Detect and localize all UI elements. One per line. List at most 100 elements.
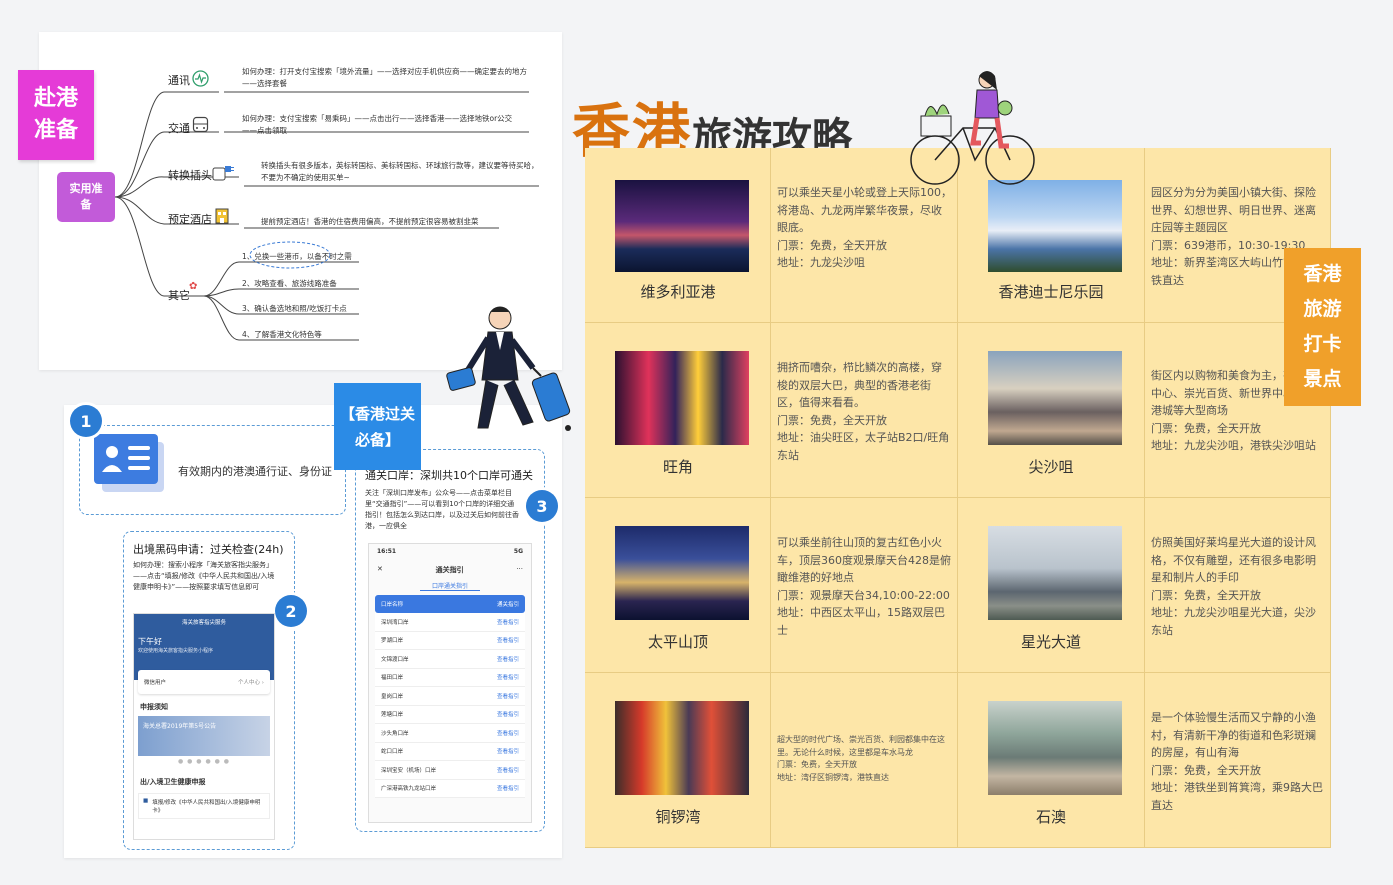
prep-sticky-note: 赴港准备 [18,70,94,160]
customs-app-notice-title: 申报须知 [140,703,168,711]
port-name: 沙头角口岸 [381,730,409,737]
ribbon-icon: ✿ [189,281,198,292]
phone-status-signal: 5G [513,548,523,555]
step1-number: 1 [70,405,102,437]
statue-photo [988,526,1122,620]
spot-description: 可以乘坐前往山顶的复古红色小火车，顶层360度观景摩天台428是俯瞰维港的好地点… [777,536,951,637]
port-row[interactable]: 广深港高铁九龙站口岸 查看指引 [375,780,525,798]
spot-description: 拥挤而嘈杂，栉比鳞次的高楼，穿梭的双层大巴，典型的香港老街区，值得来看看。 门票… [777,361,950,462]
more-icon[interactable]: ··· [516,565,523,575]
customs-app-banner-text: 海关总署2019年第5号公告 [143,723,217,730]
customs-app-declare-item[interactable]: ■ 填报/修改《中华人民共和国出/入境健康申明卡》 [138,793,270,819]
castle-photo [988,180,1122,272]
customs-app-banner[interactable]: 海关总署2019年第5号公告 [138,716,270,756]
customs-app-header-title: 海关旅客指尖服务 [181,620,226,626]
spot-description: 是一个体验慢生活而又宁静的小渔村，有清新干净的街道和色彩斑斓的房屋，有山有海 门… [1151,711,1323,812]
port-row[interactable]: 罗湖口岸 查看指引 [375,632,525,650]
port-table-head: 口岸名称 通关指引 [375,595,525,613]
port-row[interactable]: 文锦渡口岸 查看指引 [375,650,525,669]
spot-description: 仿照美国好莱坞星光大道的设计风格，不仅有雕塑，还有很多电影明星和制片人的手印 门… [1151,536,1316,637]
spot-name: 星光大道 [1020,633,1081,651]
spot-description: 超大型的时代广场、崇光百货、利园都集中在这里。无论什么时候，这里都是车水马龙 门… [777,735,945,782]
bus-icon [192,116,209,133]
spot-name: 太平山顶 [647,633,708,651]
customs-app-screenshot: 海关旅客指尖服务 下午好 欢迎使用海关旅客指尖服务小程序 微信用户 个人中心 ›… [133,613,275,840]
customs-sticky-note: 【香港过关必备】 [334,383,421,470]
branch-other-label: 其它 [168,289,190,302]
plug-icon [212,166,234,181]
port-name: 广深港高铁九龙站口岸 [381,786,437,793]
customs-app-user-link[interactable]: 个人中心 › [238,678,264,686]
port-guide-link[interactable]: 查看指引 [497,618,519,626]
phone-status-bar: 16:51 5G [369,544,531,559]
branch-hotel-desc: 提前预定酒店！香港的住宿费用偏高，不提前预定很容易被割韭菜 [261,217,479,226]
port-row[interactable]: 福田口岸 查看指引 [375,669,525,687]
phone-nav-title: 通关指引 [435,566,464,574]
step3-desc: 关注「深圳口岸发布」公众号——点击菜单栏目里“交通指引”——可以看到10个口岸的… [365,489,519,530]
port-row[interactable]: 深圳宝安（机场）口岸 查看指引 [375,761,525,780]
step2-title: 出境黑码申请：过关检查(24h) [133,543,284,556]
close-icon[interactable]: ✕ [377,565,383,575]
port-row[interactable]: 蛇口口岸 查看指引 [375,743,525,761]
phone-nav-bar: ✕ 通关指引 ··· [369,559,531,581]
other-item-4: 4、了解香港文化特色等 [242,330,322,339]
step3-number: 3 [526,490,558,522]
signboard-street-photo [615,701,749,795]
port-guide-link[interactable]: 查看指引 [497,729,519,737]
port-name: 莲塘口岸 [381,712,404,719]
branch-plug-desc: 转换插头有很多版本，英标转国标、美标转国标、环球旅行款等，建议要等待买哈，不要为… [261,161,539,182]
busy-street-photo [988,351,1122,445]
phone-status-time: 16:51 [377,548,397,555]
port-guide-link[interactable]: 查看指引 [497,747,519,755]
port-name: 皇岗口岸 [381,693,404,700]
port-guide-link[interactable]: 查看指引 [497,673,519,681]
customs-app-declare-title: 出/入境卫生健康申报 [140,778,206,786]
port-guide-link[interactable]: 查看指引 [497,784,519,792]
port-guide-link[interactable]: 查看指引 [497,655,519,663]
spots-sticky-note: 香港旅游打卡景点 [1284,248,1361,406]
id-card-icon [94,434,164,492]
port-name: 福田口岸 [381,675,404,682]
port-guide-link[interactable]: 查看指引 [497,636,519,644]
branch-hotel-label: 预定酒店 [168,213,212,226]
port-name: 蛇口口岸 [381,749,404,756]
port-name: 罗湖口岸 [381,638,404,645]
port-row[interactable]: 皇岗口岸 查看指引 [375,687,525,706]
attractions-grid: 维多利亚港 可以乘坐天星小轮或登上天际100，将港岛、九龙两岸繁华夜景，尽收眼底。… [585,148,1331,848]
port-guide-link[interactable]: 查看指引 [497,692,519,700]
shield-icon: ■ [143,798,149,804]
branch-comm-label: 通讯 [168,74,190,87]
customs-app-user-row[interactable]: 微信用户 个人中心 › [138,670,270,694]
other-item-3: 3、确认备选地和照/吃饭打卡点 [242,304,347,313]
port-row[interactable]: 深圳湾口岸 查看指引 [375,613,525,632]
night-view-photo [615,526,749,620]
spot-name: 香港迪士尼乐园 [998,283,1104,301]
port-table-rows: 深圳湾口岸 查看指引 罗湖口岸 查看指引 文锦渡口岸 查看指引 福田口岸 查看指引 皇岗口岸 查看… [375,613,525,798]
prep-center-node: 实用准备 [57,172,115,222]
traveler-illustration [446,306,571,431]
harbour-photo [615,180,749,272]
other-item-1: 1、兑换一些港币，以备不时之需 [242,252,352,261]
port-guide-link[interactable]: 查看指引 [497,710,519,718]
port-row[interactable]: 莲塘口岸 查看指引 [375,706,525,724]
step2-number: 2 [275,595,307,627]
port-row[interactable]: 沙头角口岸 查看指引 [375,724,525,743]
branch-comm-desc: 如何办理：打开支付宝搜索「境外流量」——选择对应手机供应商——确定要去的地方——… [242,67,527,88]
port-table-head-right: 通关指引 [496,602,519,608]
port-name: 深圳宝安（机场）口岸 [381,767,437,774]
spot-name: 维多利亚港 [640,283,716,301]
port-name: 深圳湾口岸 [381,619,409,626]
spot-name: 铜锣湾 [655,808,701,826]
cyclist-illustration [910,71,1035,185]
spot-name: 石澳 [1035,808,1066,826]
customs-app-greeting-sub: 欢迎使用海关旅客指尖服务小程序 [138,648,214,654]
branch-transport-desc: 如何办理：支付宝搜索「易乘码」——点击出行——选择香港——选择地铁or公交——点… [242,114,513,135]
other-item-2: 2、攻略查看、旅游线路准备 [242,279,337,288]
spot-name: 旺角 [662,458,693,476]
port-guide-link[interactable]: 查看指引 [497,766,519,774]
chart-line-icon [192,70,209,87]
branch-plug-label: 转换插头 [168,169,212,182]
spot-name: 尖沙咀 [1028,458,1074,476]
customs-app-declare-item-text: 填报/修改《中华人民共和国出/入境健康申明卡》 [152,800,261,814]
port-name: 文锦渡口岸 [381,656,409,663]
